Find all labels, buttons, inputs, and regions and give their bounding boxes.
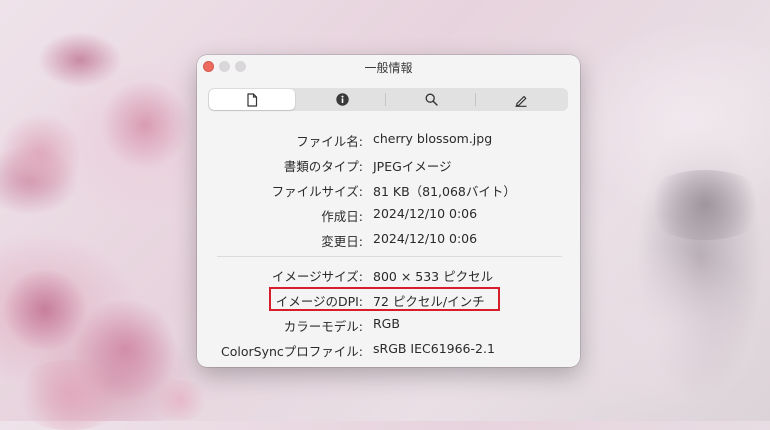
- size-label: ファイルサイズ:: [271, 184, 363, 199]
- info-row-created: 作成日: 2024/12/10 0:06: [197, 204, 580, 224]
- created-value: 2024/12/10 0:06: [373, 206, 478, 221]
- info-row-dimensions: イメージサイズ: 800 × 533 ピクセル: [197, 264, 580, 284]
- modified-value: 2024/12/10 0:06: [373, 231, 478, 246]
- kind-value: JPEGイメージ: [373, 159, 452, 174]
- info-row-filename: ファイル名: cherry blossom.jpg: [197, 129, 580, 149]
- tab-general[interactable]: [209, 89, 295, 110]
- info-icon: [335, 93, 349, 106]
- blossom-blur: [0, 110, 80, 200]
- document-icon: [247, 92, 258, 107]
- blossom-blur: [100, 80, 190, 170]
- get-info-window: 一般情報 ファイル名: cherry blossom.jpg 書類のタイプ: J…: [197, 55, 580, 367]
- pencil-icon: [515, 95, 527, 107]
- filename-label: ファイル名:: [296, 134, 363, 149]
- info-row-color-model: カラーモデル: RGB: [197, 314, 580, 334]
- section-divider: [217, 256, 562, 257]
- dpi-highlight-box: [269, 287, 500, 311]
- segment-divider: [385, 93, 386, 106]
- title-bar[interactable]: 一般情報: [197, 55, 580, 79]
- inspector-tab-bar: [208, 88, 568, 111]
- color-model-label: カラーモデル:: [283, 319, 363, 334]
- size-value: 81 KB（81,068バイト）: [373, 184, 516, 199]
- modified-label: 変更日:: [321, 234, 363, 249]
- window-title: 一般情報: [364, 61, 413, 75]
- kind-label: 書類のタイプ:: [283, 159, 363, 174]
- branch-blur: [640, 170, 770, 240]
- color-model-value: RGB: [373, 316, 400, 331]
- tab-more-info[interactable]: [299, 89, 385, 110]
- colorsync-value: sRGB IEC61966-2.1: [373, 341, 495, 356]
- info-row-colorsync: ColorSyncプロファイル: sRGB IEC61966-2.1: [197, 339, 580, 359]
- dimensions-label: イメージサイズ:: [271, 269, 363, 284]
- filename-value: cherry blossom.jpg: [373, 131, 493, 146]
- created-label: 作成日:: [321, 209, 363, 224]
- colorsync-label: ColorSyncプロファイル:: [221, 344, 363, 359]
- blossom-blur: [10, 360, 130, 430]
- info-row-size: ファイルサイズ: 81 KB（81,068バイト）: [197, 179, 580, 199]
- info-row-modified: 変更日: 2024/12/10 0:06: [197, 229, 580, 249]
- tab-annotate[interactable]: [478, 89, 564, 110]
- blossom-blur: [150, 380, 210, 420]
- magnifier-icon: [425, 93, 438, 106]
- tab-inspect[interactable]: [388, 89, 474, 110]
- dimensions-value: 800 × 533 ピクセル: [373, 269, 494, 284]
- segment-divider: [475, 93, 476, 106]
- info-row-kind: 書類のタイプ: JPEGイメージ: [197, 154, 580, 174]
